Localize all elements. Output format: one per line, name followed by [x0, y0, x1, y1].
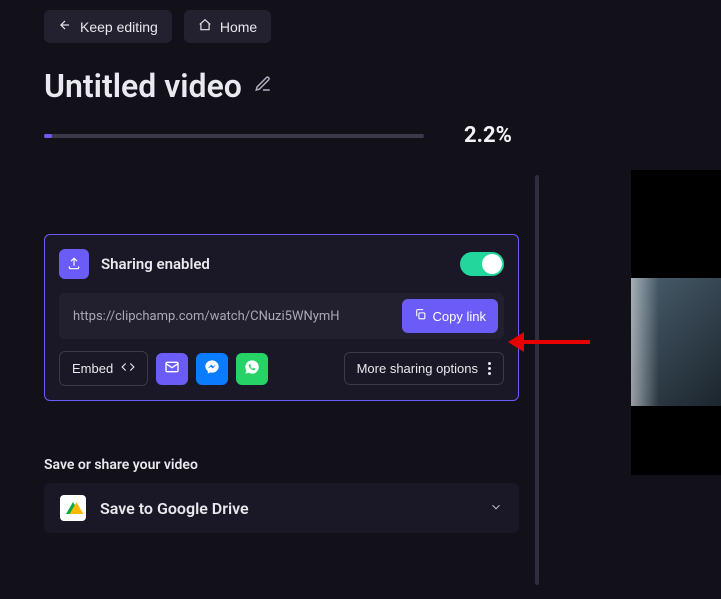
code-icon	[121, 360, 135, 377]
share-link-value[interactable]: https://clipchamp.com/watch/CNuzi5WNymH	[73, 309, 392, 324]
pencil-icon	[254, 75, 272, 97]
home-button[interactable]: Home	[184, 10, 271, 43]
scrollbar[interactable]	[535, 175, 539, 585]
share-link-row: https://clipchamp.com/watch/CNuzi5WNymH …	[59, 293, 504, 339]
keep-editing-label: Keep editing	[80, 19, 158, 35]
home-icon	[198, 18, 212, 35]
home-label: Home	[220, 19, 257, 35]
google-drive-icon	[60, 495, 86, 521]
edit-title-button[interactable]	[254, 75, 272, 97]
save-section-heading: Save or share your video	[44, 457, 677, 473]
share-icon	[59, 249, 89, 279]
embed-label: Embed	[72, 361, 113, 376]
more-sharing-label: More sharing options	[357, 361, 478, 376]
more-sharing-button[interactable]: More sharing options	[344, 352, 504, 385]
keep-editing-button[interactable]: Keep editing	[44, 10, 172, 43]
chevron-down-icon	[489, 499, 503, 518]
video-preview	[631, 170, 721, 475]
sharing-heading: Sharing enabled	[101, 255, 210, 273]
annotation-arrow	[508, 332, 590, 352]
share-whatsapp-button[interactable]	[236, 353, 268, 385]
messenger-icon	[204, 359, 220, 379]
arrow-left-icon	[58, 18, 72, 35]
whatsapp-icon	[244, 359, 260, 379]
share-email-button[interactable]	[156, 353, 188, 385]
more-vertical-icon	[488, 362, 491, 375]
embed-button[interactable]: Embed	[59, 351, 148, 386]
sharing-panel: Sharing enabled https://clipchamp.com/wa…	[44, 234, 519, 401]
video-frame-highlight	[631, 278, 659, 406]
video-title: Untitled video	[44, 67, 242, 105]
sharing-toggle[interactable]	[460, 252, 504, 276]
copy-link-label: Copy link	[433, 309, 486, 324]
progress-percent: 2.2%	[464, 123, 512, 148]
progress-fill	[44, 134, 52, 138]
save-google-drive-button[interactable]: Save to Google Drive	[44, 483, 519, 533]
copy-link-button[interactable]: Copy link	[402, 299, 498, 333]
toggle-thumb	[482, 254, 502, 274]
save-google-drive-label: Save to Google Drive	[100, 499, 249, 518]
share-messenger-button[interactable]	[196, 353, 228, 385]
progress-bar	[44, 134, 424, 138]
copy-icon	[414, 308, 427, 324]
mail-icon	[164, 359, 180, 379]
